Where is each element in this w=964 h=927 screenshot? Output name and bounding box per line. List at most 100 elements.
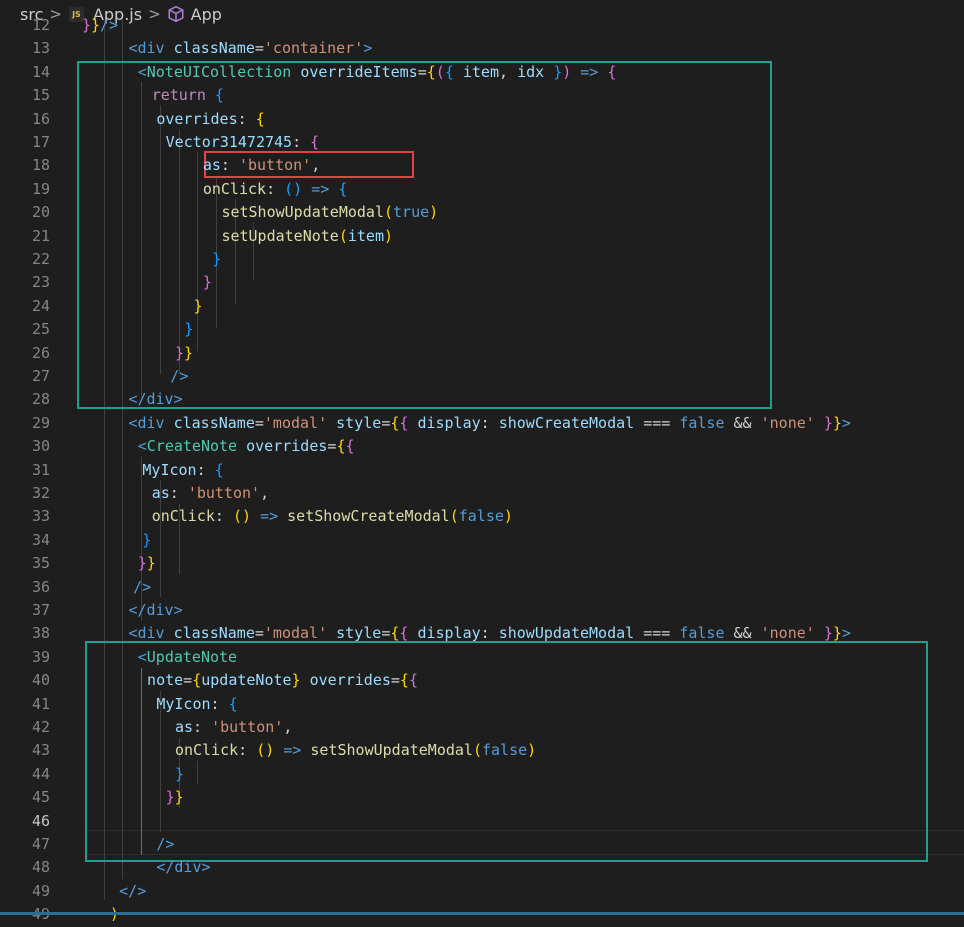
code-line[interactable]: 42 as: 'button', — [0, 716, 964, 739]
code-line[interactable]: 40 note={updateNote} overrides={{ — [0, 669, 964, 692]
line-number: 47 — [31, 835, 50, 853]
code-token: setShowCreateModal — [287, 507, 450, 526]
code-token: className — [173, 39, 255, 58]
code-token: = — [417, 62, 427, 81]
code-token: : — [292, 133, 311, 151]
code-token: { — [228, 694, 238, 713]
code-line[interactable]: 44} — [0, 763, 964, 786]
code-line[interactable]: 27 /> — [0, 365, 964, 388]
line-number: 33 — [31, 507, 50, 526]
code-token: 'container' — [263, 39, 364, 58]
code-token: idx — [517, 62, 554, 81]
code-token: 'none' — [760, 624, 815, 643]
code-token: } — [146, 554, 156, 573]
code-token: 'button' — [211, 718, 284, 736]
line-number: 19 — [31, 179, 50, 198]
code-text: </div> — [128, 599, 182, 622]
code-token: } — [184, 320, 194, 339]
code-line[interactable]: 38 <div className='modal' style={{ displa… — [0, 622, 964, 645]
code-token: showCreateModal — [498, 413, 635, 432]
code-line[interactable]: 31 MyIcon: { — [0, 459, 964, 482]
code-line[interactable]: 16 overrides: { — [0, 108, 964, 131]
code-token: setShowUpdateModal — [221, 203, 384, 222]
code-token: /> — [156, 835, 175, 853]
code-text: <NoteUICollection overrideItems={({ item… — [138, 61, 617, 84]
code-line[interactable]: 15 return { — [0, 84, 964, 107]
code-token: { — [399, 671, 409, 690]
code-token: display — [417, 624, 481, 643]
code-token: as — [151, 484, 170, 502]
code-editor[interactable]: 12}}/> 13 <div className='container'> 14 <No… — [0, 16, 964, 923]
code-line[interactable]: 20 setShowUpdateModal(true) — [0, 201, 964, 224]
code-line[interactable]: 41 MyIcon: { — [0, 693, 964, 716]
code-line[interactable]: 39 <UpdateNote — [0, 646, 964, 669]
code-token: item — [347, 226, 384, 245]
code-text: <div className='container'> — [128, 37, 372, 60]
line-number: 18 — [31, 156, 50, 175]
code-token: , — [283, 718, 293, 736]
line-number: 15 — [31, 86, 50, 105]
code-token: style — [336, 413, 382, 432]
code-token: } — [832, 413, 842, 432]
code-token: } — [137, 554, 147, 573]
line-number: 48 — [31, 858, 50, 877]
code-line[interactable]: 29 <div className='modal' style={{ displa… — [0, 412, 964, 435]
code-line[interactable]: 37 </div> — [0, 599, 964, 622]
code-token: { — [310, 133, 320, 151]
code-line[interactable]: 46 — [0, 810, 964, 833]
code-token: return — [151, 86, 215, 105]
code-line[interactable]: 18 as: 'button', — [0, 154, 964, 177]
line-number: 38 — [31, 624, 50, 643]
code-line[interactable]: 30 <CreateNote overrides={{ — [0, 435, 964, 458]
code-text: } — [203, 271, 212, 294]
code-line[interactable]: 49 </> — [0, 880, 964, 903]
code-text: /> — [133, 576, 151, 599]
code-text: note={updateNote} overrides={{ — [147, 669, 418, 692]
code-line[interactable]: 25} — [0, 318, 964, 341]
code-line[interactable]: 22} — [0, 248, 964, 271]
code-token: { — [399, 624, 418, 643]
code-line[interactable]: 24} — [0, 295, 964, 318]
code-text: </div> — [128, 388, 182, 411]
code-line[interactable]: 12}}/> — [0, 14, 964, 37]
code-line[interactable]: 26}} — [0, 342, 964, 365]
code-token: : — [214, 507, 233, 526]
code-text: <CreateNote overrides={{ — [138, 435, 355, 458]
line-number: 30 — [31, 437, 50, 456]
code-line[interactable]: 48 </div> — [0, 856, 964, 879]
line-number: 31 — [31, 460, 50, 479]
code-token: { — [255, 109, 265, 128]
line-number: 22 — [31, 250, 50, 268]
code-line[interactable]: 35}} — [0, 552, 964, 575]
code-line[interactable]: 13 <div className='container'> — [0, 37, 964, 60]
code-token: } — [174, 764, 184, 783]
code-line[interactable]: 28 </div> — [0, 388, 964, 411]
code-line[interactable]: 23} — [0, 271, 964, 294]
code-line[interactable]: 45}} — [0, 786, 964, 809]
code-line[interactable]: 21 setUpdateNote(item) — [0, 225, 964, 248]
code-line[interactable]: 47 /> — [0, 833, 964, 856]
code-token: : — [480, 624, 499, 643]
code-token: ) — [384, 226, 394, 245]
code-token: </div> — [156, 858, 211, 877]
code-token: <div — [128, 39, 174, 58]
code-line[interactable]: 32 as: 'button', — [0, 482, 964, 505]
code-token: = — [381, 624, 391, 643]
code-token: className — [173, 624, 255, 643]
line-number: 45 — [31, 788, 50, 807]
code-line[interactable]: 17 Vector31472745: { — [0, 131, 964, 154]
code-line[interactable]: 34} — [0, 529, 964, 552]
code-line[interactable]: 19 onClick: () => { — [0, 178, 964, 201]
code-token: onClick — [151, 507, 215, 526]
code-token: overrides — [156, 109, 238, 128]
code-text: } — [142, 529, 151, 552]
code-line[interactable]: 43 onClick: () => setShowUpdateModal(fals… — [0, 739, 964, 762]
code-token: } — [832, 624, 842, 643]
code-token: display — [417, 413, 481, 432]
code-line[interactable]: 33 onClick: () => setShowCreateModal(fals… — [0, 505, 964, 528]
code-token: overrideItems — [300, 62, 418, 81]
code-line[interactable]: 14 <NoteUICollection overrideItems={({ it… — [0, 61, 964, 84]
code-line[interactable]: 36 /> — [0, 576, 964, 599]
